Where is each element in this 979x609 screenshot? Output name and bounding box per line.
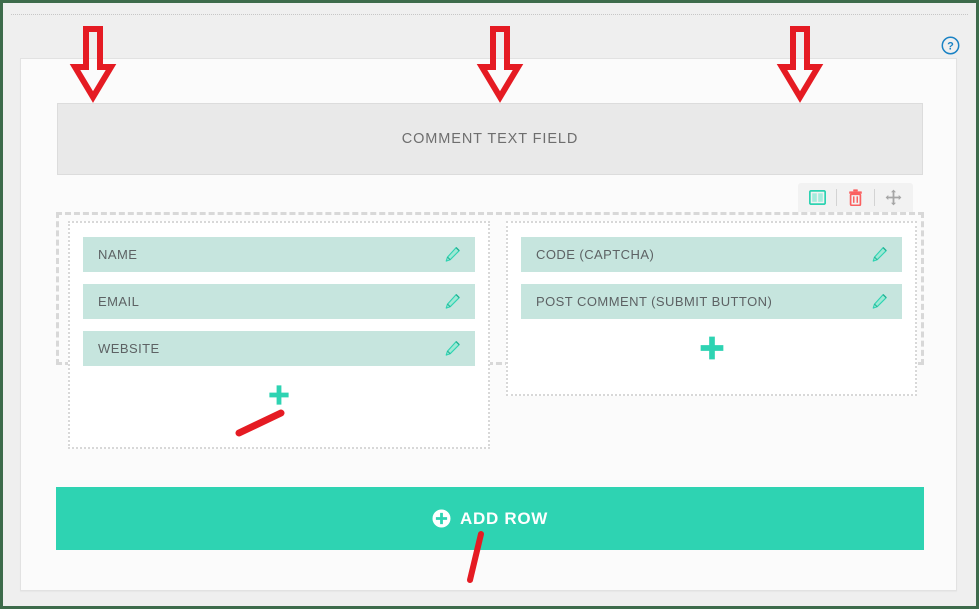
add-field-button-left[interactable] bbox=[70, 378, 488, 412]
pencil-icon[interactable] bbox=[866, 289, 892, 315]
form-field-label: WEBSITE bbox=[98, 341, 160, 356]
help-icon[interactable]: ? bbox=[941, 36, 960, 55]
move-arrows-icon[interactable] bbox=[880, 185, 907, 210]
row-toolbar bbox=[798, 183, 913, 212]
add-row-label: ADD ROW bbox=[460, 508, 548, 528]
comment-text-field-label: COMMENT TEXT FIELD bbox=[401, 131, 579, 147]
trash-icon[interactable] bbox=[842, 185, 869, 210]
form-field-label: POST COMMENT (SUBMIT BUTTON) bbox=[536, 294, 773, 309]
form-field[interactable]: NAME bbox=[83, 237, 475, 272]
form-column-left: NAME EMAIL WEBSITE bbox=[68, 221, 490, 449]
form-row: NAME EMAIL WEBSITE CODE (CAPTCHA) POST C… bbox=[56, 212, 924, 449]
comment-text-field[interactable]: COMMENT TEXT FIELD bbox=[57, 103, 923, 175]
pencil-icon[interactable] bbox=[866, 242, 892, 268]
add-row-button[interactable]: ADD ROW bbox=[56, 487, 924, 550]
form-builder-panel: COMMENT TEXT FIELD NAME EMAIL WEBSITE CO… bbox=[20, 58, 957, 591]
form-field[interactable]: POST COMMENT (SUBMIT BUTTON) bbox=[521, 284, 902, 319]
form-field[interactable]: EMAIL bbox=[83, 284, 475, 319]
plus-circle-icon bbox=[432, 509, 451, 528]
plus-icon bbox=[269, 385, 289, 405]
form-field-label: CODE (CAPTCHA) bbox=[536, 247, 655, 262]
pencil-icon[interactable] bbox=[439, 289, 465, 315]
top-divider bbox=[11, 14, 968, 15]
add-field-button-right[interactable] bbox=[508, 331, 915, 365]
form-field[interactable]: CODE (CAPTCHA) bbox=[521, 237, 902, 272]
form-field-label: NAME bbox=[98, 247, 138, 262]
form-column-right: CODE (CAPTCHA) POST COMMENT (SUBMIT BUTT… bbox=[506, 221, 917, 396]
form-field-label: EMAIL bbox=[98, 294, 140, 309]
toolbar-divider bbox=[874, 189, 875, 206]
form-field[interactable]: WEBSITE bbox=[83, 331, 475, 366]
screenshot-frame: ? COMMENT TEXT FIELD NAME EMAIL WEBSITE … bbox=[0, 0, 979, 609]
pencil-icon[interactable] bbox=[439, 336, 465, 362]
pencil-icon[interactable] bbox=[439, 242, 465, 268]
svg-text:?: ? bbox=[947, 41, 954, 53]
columns-icon[interactable] bbox=[804, 185, 831, 210]
toolbar-divider bbox=[836, 189, 837, 206]
plus-icon bbox=[700, 336, 723, 360]
